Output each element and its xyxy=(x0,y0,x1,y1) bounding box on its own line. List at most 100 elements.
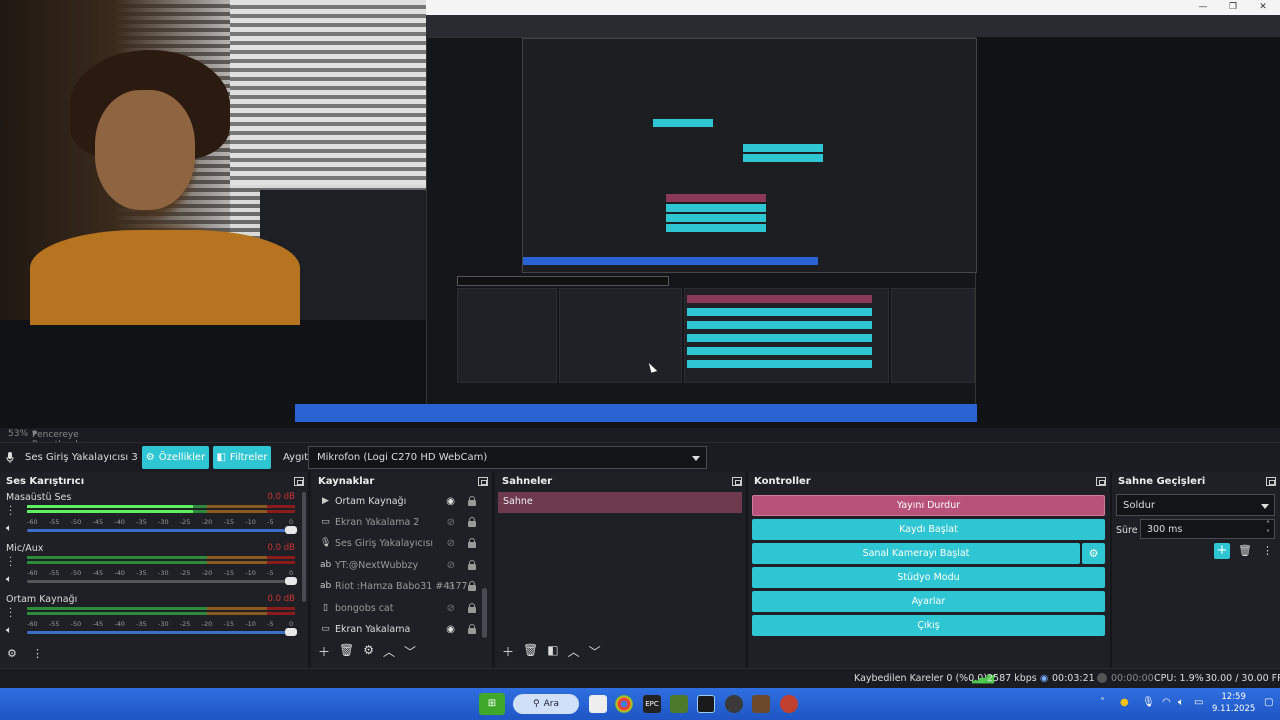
scene-item[interactable]: Sahne xyxy=(498,492,742,513)
source-item[interactable]: 🎙︎ Ses Giriş Yakalayıcısı ⊘ xyxy=(316,534,488,555)
gear-icon[interactable]: ⚙ xyxy=(363,643,374,660)
chevron-down-icon[interactable]: ﹀ xyxy=(589,643,601,660)
duration-input[interactable]: 300 ms ˄ ˅ xyxy=(1140,519,1275,539)
source-item[interactable]: ▭ Ekran Yakalama ◉ xyxy=(316,620,488,641)
volume-slider[interactable] xyxy=(27,526,297,534)
start-button[interactable]: ⊞ xyxy=(479,693,505,715)
scale-mode-dropdown[interactable]: Pencereye Boyutlandır ▾ xyxy=(32,429,84,450)
filters-button[interactable]: ◧ Filtreler xyxy=(213,446,271,469)
mic-icon[interactable]: 🎙︎ xyxy=(1142,697,1155,708)
chevron-down-icon xyxy=(692,456,700,461)
scenes-footer: ＋ 🗑︎ ◧ ︿ ﹀ xyxy=(502,643,601,660)
close-icon: ✕ xyxy=(1259,2,1267,12)
maximize-icon: ❐ xyxy=(1228,2,1238,12)
source-item[interactable]: ab Riot :Hamza Babo31 #4177 ⊘ xyxy=(316,577,488,598)
wifi-icon[interactable]: ◠ xyxy=(1162,697,1171,708)
add-icon[interactable]: ＋ xyxy=(502,643,514,660)
undock-icon[interactable] xyxy=(1266,477,1276,486)
meter-tick: -5 xyxy=(267,518,274,526)
lock-icon[interactable] xyxy=(468,538,476,548)
eye-off-icon[interactable]: ⊘ xyxy=(447,517,455,528)
chevron-down-icon[interactable]: ﹀ xyxy=(404,643,416,660)
preview-canvas[interactable]: — ❐ ✕ xyxy=(0,0,1280,428)
more-icon[interactable]: ⋮ xyxy=(1262,544,1273,557)
speaker-icon[interactable]: 🔈︎ xyxy=(6,625,12,636)
undock-icon[interactable] xyxy=(294,477,304,486)
exit-button[interactable]: Çıkış xyxy=(752,615,1105,636)
taskbar-clock[interactable]: 12:59 9.11.2025 xyxy=(1212,691,1255,715)
volume-slider[interactable] xyxy=(27,628,297,636)
chevron-up-icon[interactable]: ︿ xyxy=(568,643,580,660)
windows-taskbar: ⊞ ⚲ Ara EPC ˄ ● 🎙︎ ◠ 🔈︎ ▭ 12:59 9.11.2025… xyxy=(0,688,1280,720)
settings-button[interactable]: Ayarlar xyxy=(752,591,1105,612)
steam-icon[interactable] xyxy=(697,695,715,713)
transition-select[interactable]: Soldur xyxy=(1116,494,1275,516)
eye-icon[interactable]: ◉ xyxy=(446,496,455,507)
chevron-up-icon[interactable]: ︿ xyxy=(383,643,395,660)
more-icon[interactable]: · · · xyxy=(9,554,12,572)
lock-icon[interactable] xyxy=(468,581,476,591)
undock-icon[interactable] xyxy=(1096,477,1106,486)
meter-tick: -45 xyxy=(92,620,104,628)
taskbar-search[interactable]: ⚲ Ara xyxy=(513,694,579,714)
volume-icon[interactable]: 🔈︎ xyxy=(1178,697,1184,708)
source-item[interactable]: ▯ bongobs cat ⊘ xyxy=(316,599,488,620)
stop-stream-button[interactable]: Yayını Durdur xyxy=(752,495,1105,516)
mixer-channel-ambient: Ortam Kaynağı 0.0 dB · · · -60 -55 -50 -45 -40… xyxy=(6,594,297,636)
device-select[interactable]: Mikrofon (Logi C270 HD WebCam) xyxy=(308,446,707,469)
scenes-dock: Sahneler Sahne ＋ 🗑︎ ◧ ︿ ﹀ xyxy=(496,472,748,668)
browser-icon[interactable] xyxy=(780,695,798,713)
lock-icon[interactable] xyxy=(468,517,476,527)
source-item[interactable]: ab YT:@NextWubbzy ⊘ xyxy=(316,556,488,577)
eye-off-icon[interactable]: ⊘ xyxy=(447,581,455,592)
lock-icon[interactable] xyxy=(468,603,476,613)
speaker-icon[interactable]: 🔈︎ xyxy=(6,574,12,585)
virtual-camera-settings-button[interactable]: ⚙ xyxy=(1082,543,1105,564)
speaker-icon[interactable]: 🔈︎ xyxy=(6,523,12,534)
spinner-icon[interactable]: ˄ ˅ xyxy=(1266,520,1270,538)
eye-off-icon[interactable]: ⊘ xyxy=(447,538,455,549)
volume-slider[interactable] xyxy=(27,577,297,585)
start-recording-button[interactable]: Kaydı Başlat xyxy=(752,519,1105,540)
lock-icon[interactable] xyxy=(468,624,476,634)
eye-icon[interactable]: ◉ xyxy=(446,624,455,635)
more-icon[interactable]: ⋮ xyxy=(32,647,43,660)
notification-icon[interactable]: ▢ xyxy=(1264,697,1273,708)
mixer-channel-micaux: Mic/Aux 0.0 dB · · · -60 -55 -50 -45 -40 -35 -30… xyxy=(6,543,297,585)
undock-icon[interactable] xyxy=(732,477,742,486)
trash-icon[interactable]: 🗑︎ xyxy=(339,643,354,660)
meter-tick: -15 xyxy=(223,518,235,526)
add-icon[interactable]: ＋ xyxy=(318,643,330,660)
mixer-channel-desktop: Masaüstü Ses 0.0 dB · · · -60 -55 -50 -45 -40-… xyxy=(6,492,297,534)
mixer-scrollbar[interactable] xyxy=(302,492,306,602)
add-transition-button[interactable]: + xyxy=(1214,543,1230,559)
studio-mode-button[interactable]: Stüdyo Modu xyxy=(752,567,1105,588)
meter-tick: -50 xyxy=(70,518,82,526)
battery-icon[interactable]: ▭ xyxy=(1194,697,1203,708)
trash-icon[interactable]: 🗑︎ xyxy=(523,643,538,660)
filter-icon[interactable]: ◧ xyxy=(547,643,558,660)
start-virtual-camera-button[interactable]: Sanal Kamerayı Başlat xyxy=(752,543,1080,564)
trash-icon[interactable]: 🗑︎ xyxy=(1238,544,1252,557)
chrome-icon[interactable] xyxy=(615,695,633,713)
source-item[interactable]: ▭ Ekran Yakalama 2 ⊘ xyxy=(316,513,488,534)
gear-icon[interactable]: ⚙ xyxy=(7,647,17,660)
lock-icon[interactable] xyxy=(468,496,476,506)
minecraft-icon[interactable] xyxy=(670,695,688,713)
fps: 30.00 / 30.00 FPS xyxy=(1205,673,1280,684)
eye-off-icon[interactable]: ⊘ xyxy=(447,603,455,614)
app-icon[interactable] xyxy=(752,695,770,713)
tray-app-icon[interactable]: ● xyxy=(1120,697,1129,708)
more-icon[interactable]: · · · xyxy=(9,605,12,623)
properties-button[interactable]: ⚙ Özellikler xyxy=(142,446,209,469)
task-view-icon[interactable] xyxy=(589,695,607,713)
eye-off-icon[interactable]: ⊘ xyxy=(447,560,455,571)
more-icon[interactable]: · · · xyxy=(9,503,12,521)
lock-icon[interactable] xyxy=(468,560,476,570)
chevron-up-icon[interactable]: ˄ xyxy=(1100,697,1105,708)
undock-icon[interactable] xyxy=(478,477,488,486)
sources-scrollbar[interactable] xyxy=(482,588,487,638)
obs-icon[interactable] xyxy=(725,695,743,713)
epic-games-icon[interactable]: EPC xyxy=(643,695,661,713)
source-item[interactable]: ▶ Ortam Kaynağı ◉ xyxy=(316,492,488,513)
